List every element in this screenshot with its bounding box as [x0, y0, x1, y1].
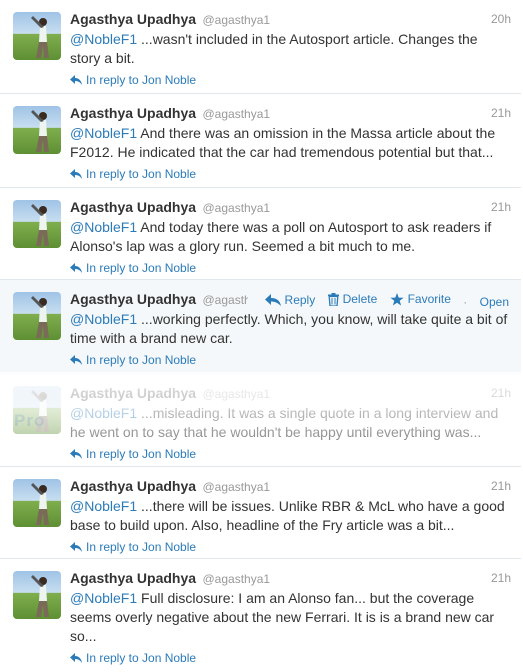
mention-link[interactable]: @NobleF1 [70, 311, 137, 327]
in-reply-to-label: In reply to Jon Noble [86, 167, 197, 181]
tweet-text: @NobleF1 ...wasn't included in the Autos… [70, 30, 511, 68]
tweet-hovered[interactable]: Agasthya Upadhya @agasthya1 Reply Delete… [0, 280, 521, 374]
avatar[interactable] [13, 12, 61, 60]
tweet[interactable]: Agasthya Upadhya @agasthya1 21h @NobleF1… [0, 188, 521, 280]
reply-action[interactable]: Reply [264, 290, 316, 311]
tweet-author-handle[interactable]: @agasthya1 [203, 107, 271, 121]
star-icon [389, 293, 404, 306]
mention-link[interactable]: @NobleF1 [70, 125, 137, 141]
in-reply-to-link[interactable]: In reply to Jon Noble [70, 445, 511, 463]
reply-arrow-icon [70, 72, 83, 90]
tweet-author-handle[interactable]: @agasthya1 [203, 480, 271, 494]
reply-arrow-icon [70, 446, 83, 464]
tweet-timestamp[interactable]: 21h [491, 197, 511, 218]
tweet-author-name[interactable]: Agasthya Upadhya [70, 570, 196, 586]
tweet[interactable]: Agasthya Upadhya @agasthya1 21h @NobleF1… [0, 467, 521, 559]
in-reply-to-link[interactable]: In reply to Jon Noble [70, 165, 511, 183]
reply-arrow-icon [70, 352, 83, 370]
tweet[interactable]: Pro Agasthya Upadhya @agasthya1 21h @Nob… [0, 374, 521, 467]
tweet-author-handle[interactable]: @agasthya1 [203, 387, 271, 401]
reply-arrow-icon [70, 539, 83, 557]
tweet-text: @NobleF1 ...working perfectly. Which, yo… [70, 310, 511, 348]
tweet[interactable]: Agasthya Upadhya @agasthya1 21h @NobleF1… [0, 559, 521, 672]
in-reply-to-label: In reply to Jon Noble [86, 651, 197, 665]
in-reply-to-link[interactable]: In reply to Jon Noble [70, 538, 511, 556]
tweet-text: @NobleF1 Full disclosure: I am an Alonso… [70, 589, 511, 646]
tweet-text: @NobleF1 And today there was a poll on A… [70, 218, 511, 256]
in-reply-to-label: In reply to Jon Noble [86, 447, 197, 461]
tweet-author-name[interactable]: Agasthya Upadhya [70, 291, 196, 307]
tweet-timestamp[interactable]: 21h [491, 476, 511, 497]
reply-label: Reply [284, 292, 316, 307]
favorite-action[interactable]: Favorite [389, 289, 451, 310]
delete-label: Delete [342, 292, 378, 306]
favorite-label: Favorite [407, 292, 451, 306]
timeline: Agasthya Upadhya @agasthya1 20h @NobleF1… [0, 0, 521, 672]
tweet-text: @NobleF1 And there was an omission in th… [70, 124, 511, 162]
tweet-timestamp[interactable]: 21h [491, 383, 511, 404]
in-reply-to-link[interactable]: In reply to Jon Noble [70, 351, 511, 369]
tweet-text: @NobleF1 ...misleading. It was a single … [70, 404, 511, 442]
trash-icon [327, 293, 339, 306]
reply-arrow-icon [70, 650, 83, 668]
tweet-author-handle[interactable]: @agasthya1 [203, 201, 271, 215]
tweet-actions: Reply Delete Favorite · Open [247, 289, 509, 313]
tweet-text: @NobleF1 ...there will be issues. Unlike… [70, 497, 511, 535]
tweet-author-handle[interactable]: @agasthya1 [203, 13, 271, 27]
open-label: Open [479, 295, 509, 309]
in-reply-to-label: In reply to Jon Noble [86, 540, 197, 554]
tweet-timestamp[interactable]: 20h [491, 9, 511, 30]
mention-link[interactable]: @NobleF1 [70, 31, 137, 47]
avatar[interactable] [13, 292, 61, 340]
in-reply-to-link[interactable]: In reply to Jon Noble [70, 259, 511, 277]
tweet-author-name[interactable]: Agasthya Upadhya [70, 199, 196, 215]
in-reply-to-link[interactable]: In reply to Jon Noble [70, 71, 511, 89]
tweet-author-name[interactable]: Agasthya Upadhya [70, 105, 196, 121]
tweet-timestamp[interactable]: 21h [491, 103, 511, 124]
open-action[interactable]: Open [480, 292, 509, 313]
reply-arrow-icon [70, 166, 83, 184]
tweet[interactable]: Agasthya Upadhya @agasthya1 20h @NobleF1… [0, 0, 521, 94]
delete-action[interactable]: Delete [327, 289, 378, 310]
tweet-author-name[interactable]: Agasthya Upadhya [70, 11, 196, 27]
reply-icon [264, 294, 281, 306]
tweet[interactable]: Agasthya Upadhya @agasthya1 21h @NobleF1… [0, 94, 521, 188]
in-reply-to-label: In reply to Jon Noble [86, 261, 197, 275]
reply-arrow-icon [70, 260, 83, 278]
avatar[interactable] [13, 106, 61, 154]
tweet-author-name[interactable]: Agasthya Upadhya [70, 385, 196, 401]
avatar[interactable] [13, 571, 61, 619]
tweet-author-name[interactable]: Agasthya Upadhya [70, 478, 196, 494]
tweet-author-handle[interactable]: @agasthya1 [203, 572, 271, 586]
in-reply-to-link[interactable]: In reply to Jon Noble [70, 649, 511, 667]
mention-link[interactable]: @NobleF1 [70, 405, 137, 421]
mention-link[interactable]: @NobleF1 [70, 590, 137, 606]
mention-link[interactable]: @NobleF1 [70, 219, 137, 235]
avatar[interactable] [13, 479, 61, 527]
watermark-text: Pro [14, 411, 46, 430]
avatar[interactable] [13, 200, 61, 248]
tweet-timestamp[interactable]: 21h [491, 568, 511, 589]
action-separator: · [463, 295, 468, 309]
in-reply-to-label: In reply to Jon Noble [86, 73, 197, 87]
in-reply-to-label: In reply to Jon Noble [86, 353, 197, 367]
mention-link[interactable]: @NobleF1 [70, 498, 137, 514]
